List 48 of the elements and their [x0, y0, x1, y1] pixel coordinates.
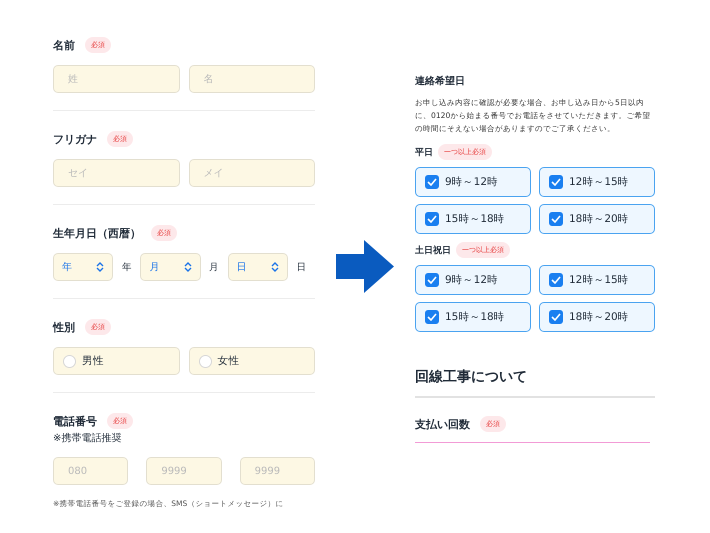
time-slot-option[interactable]: 18時～20時	[539, 204, 655, 234]
checkbox[interactable]	[549, 175, 563, 189]
select-field[interactable]: 年	[53, 253, 114, 281]
checkbox[interactable]	[549, 212, 563, 226]
input-field[interactable]: 080	[53, 457, 128, 485]
hint-text: ※携帯電話推奨	[53, 432, 122, 445]
section-heading: 回線工事について	[415, 368, 655, 398]
time-slot-option[interactable]: 9時～12時	[415, 167, 531, 197]
time-slot-option[interactable]: 9時～12時	[415, 265, 531, 295]
time-slot-option[interactable]: 15時～18時	[415, 204, 531, 234]
radio-option[interactable]: 男性	[53, 347, 180, 375]
field-label: 性別	[53, 320, 75, 334]
input-field[interactable]: 姓	[53, 65, 180, 93]
input-field[interactable]: 9999	[240, 457, 315, 485]
checkbox[interactable]	[549, 273, 563, 287]
group-label: 平日	[415, 146, 433, 158]
field-label: 支払い回数	[415, 416, 470, 432]
chevron-icon	[96, 262, 104, 272]
input-field[interactable]: 9999	[146, 457, 222, 485]
time-slot-option[interactable]: 15時～18時	[415, 302, 531, 332]
select-field[interactable]: 月	[140, 253, 201, 281]
radio-button[interactable]	[63, 354, 76, 368]
field-label: フリガナ	[53, 132, 97, 146]
checkbox[interactable]	[425, 273, 439, 287]
input-field[interactable]: 名	[188, 65, 315, 93]
checkbox[interactable]	[549, 310, 563, 324]
checkbox[interactable]	[425, 175, 439, 189]
time-slot-option[interactable]: 12時～15時	[539, 265, 655, 295]
radio-option[interactable]: 女性	[188, 347, 315, 375]
radio-button[interactable]	[198, 354, 212, 368]
input-field[interactable]: メイ	[188, 159, 315, 187]
section-title: 連絡希望日	[415, 74, 466, 88]
checkbox[interactable]	[425, 212, 439, 226]
chevron-icon	[271, 262, 280, 272]
field-label: 電話番号	[53, 414, 97, 428]
input-field[interactable]: セイ	[53, 159, 180, 187]
unit-label: 年	[120, 260, 133, 274]
time-slot-option[interactable]: 18時～20時	[539, 302, 655, 332]
field-label: 生年月日（西暦）	[53, 226, 141, 240]
chevron-icon	[184, 262, 192, 272]
checkbox[interactable]	[425, 310, 439, 324]
field-label: 名前	[53, 38, 75, 52]
select-field[interactable]: 日	[228, 253, 288, 281]
time-slot-option[interactable]: 12時～15時	[539, 167, 655, 197]
arrow-right-icon	[336, 240, 394, 293]
unit-label: 日	[296, 260, 308, 274]
group-label: 土日祝日	[415, 244, 451, 256]
unit-label: 月	[208, 260, 220, 274]
